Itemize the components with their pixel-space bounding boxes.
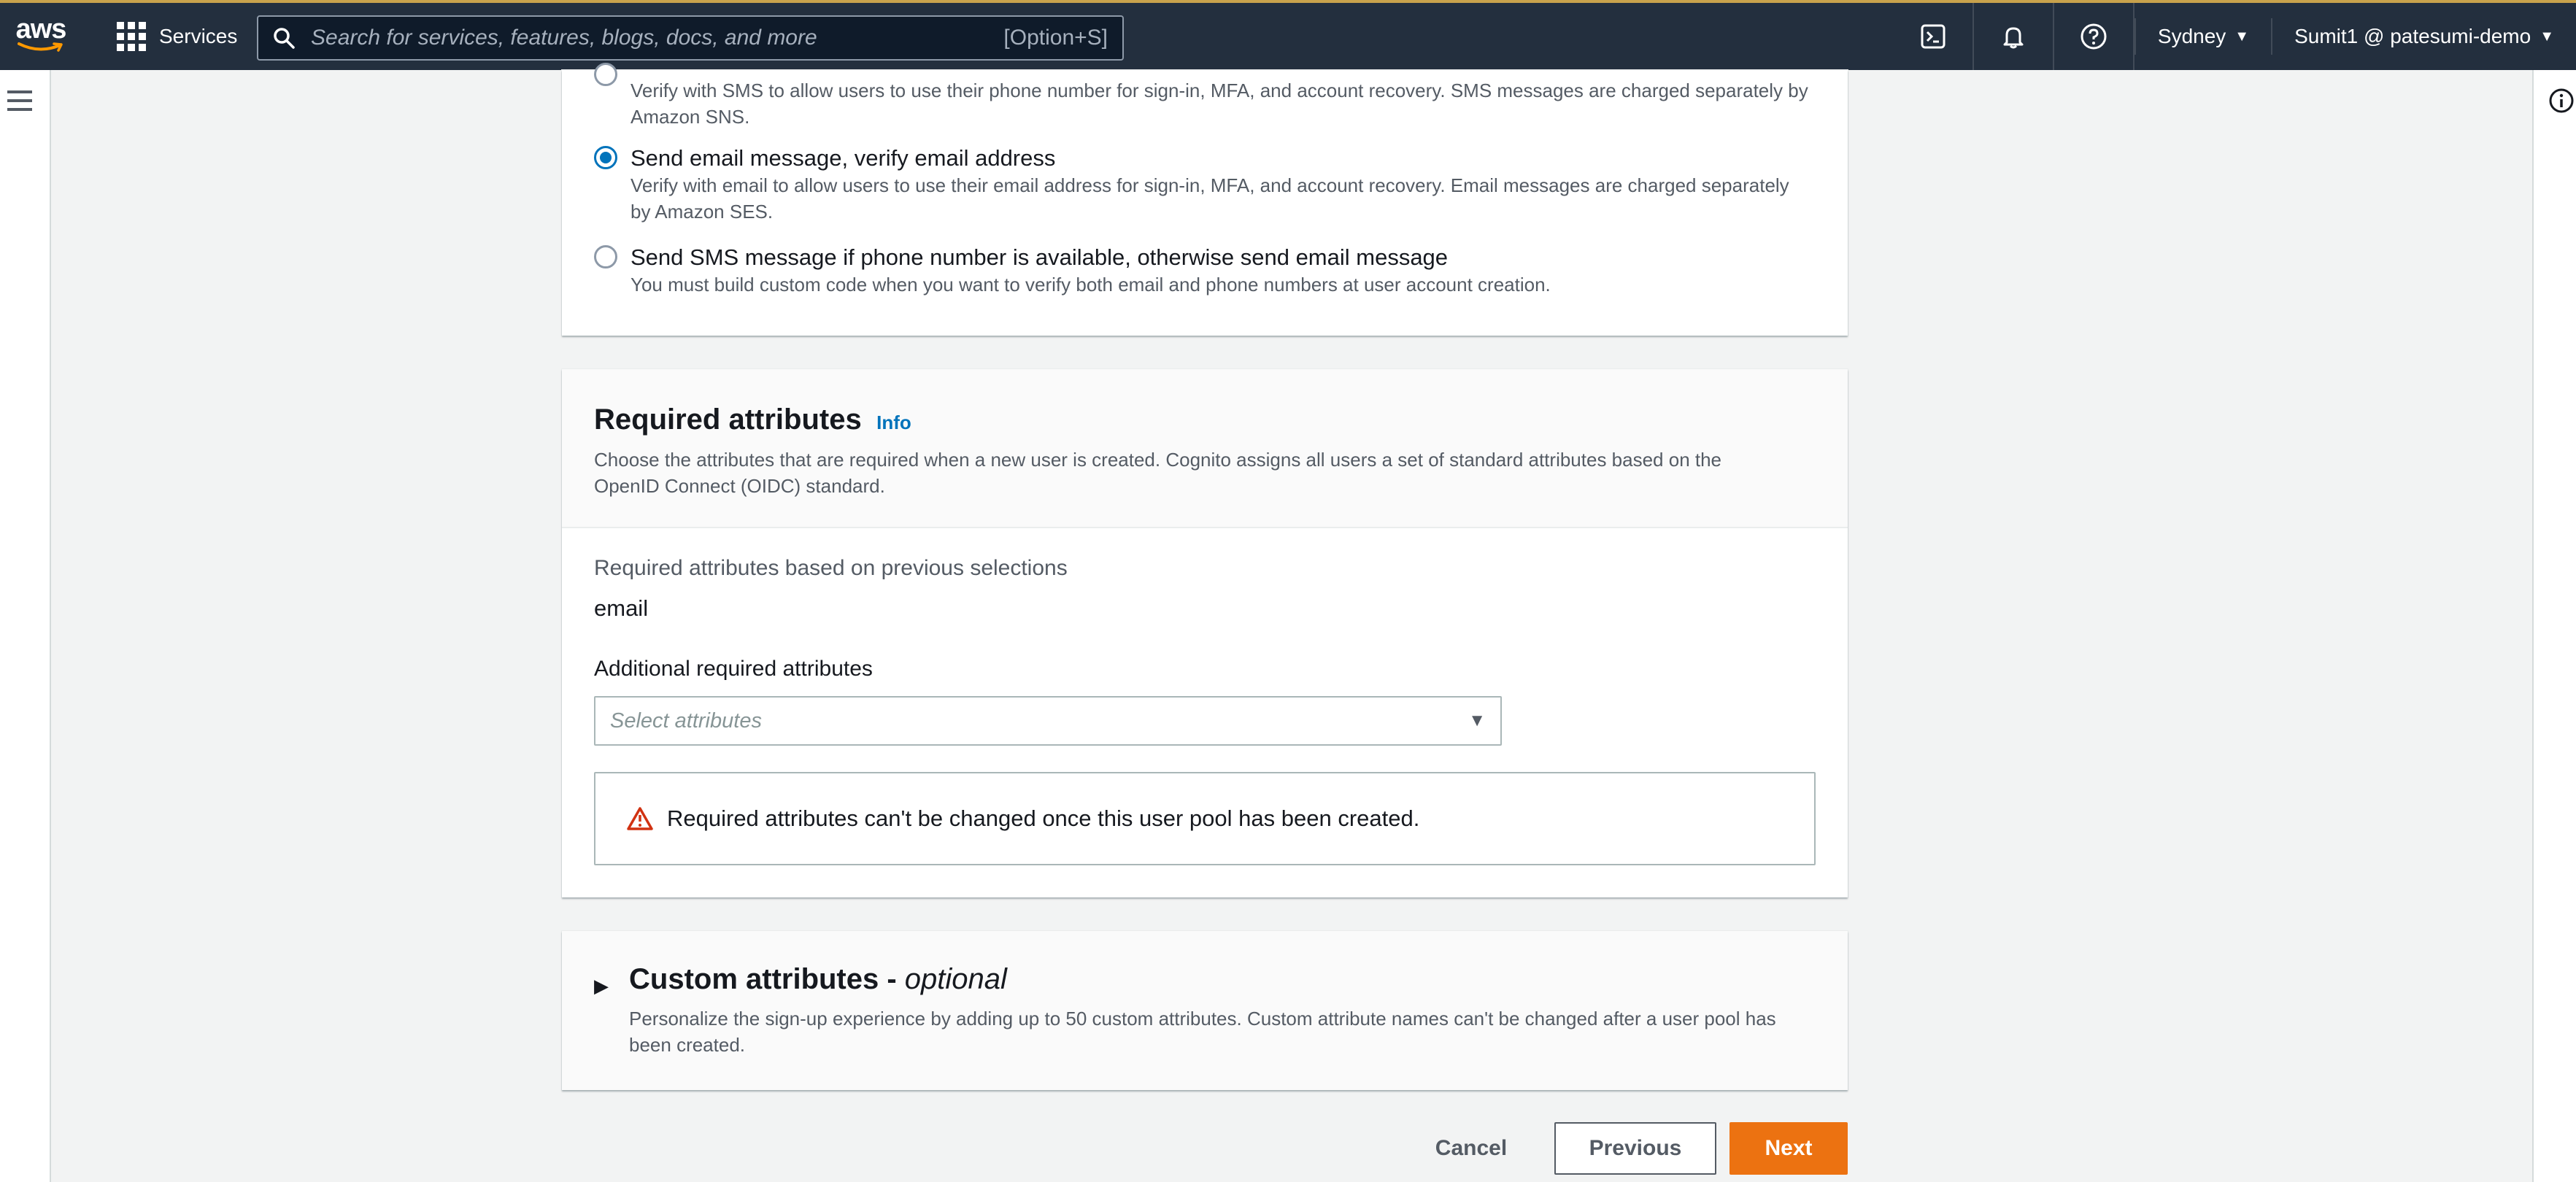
required-attributes-panel: Required attributes Info Choose the attr… — [562, 369, 1848, 897]
panel-description: Choose the attributes that are required … — [594, 449, 1722, 497]
aws-logo[interactable]: aws — [15, 15, 67, 58]
custom-attributes-title-text: Custom attributes - — [629, 963, 905, 995]
search-icon — [274, 28, 295, 49]
radio-option-description: You must build custom code when you want… — [630, 274, 1551, 296]
panel-title: Required attributes — [594, 403, 862, 436]
additional-attributes-select[interactable]: Select attributes ▼ — [594, 696, 1502, 746]
notifications-button[interactable] — [1974, 3, 2054, 70]
services-label: Services — [159, 25, 238, 47]
required-attributes-header: Required attributes Info Choose the attr… — [562, 369, 1848, 528]
caret-down-icon: ▼ — [2234, 28, 2250, 45]
warning-alert: Required attributes can't be changed onc… — [594, 772, 1816, 865]
radio-option-description: Verify with email to allow users to use … — [630, 174, 1789, 223]
help-button[interactable] — [2054, 3, 2135, 70]
radio-option-sms[interactable]: Verify with SMS to allow users to use th… — [594, 63, 1813, 130]
global-search-bar[interactable]: [Option+S] — [257, 15, 1124, 61]
custom-attributes-panel[interactable]: ▶ Custom attributes - optional Personali… — [562, 931, 1848, 1090]
region-selector[interactable]: Sydney ▼ — [2134, 18, 2271, 55]
radio-button-sms-or-email[interactable] — [594, 245, 617, 269]
additional-attributes-label: Additional required attributes — [594, 657, 873, 681]
radio-button-sms[interactable] — [594, 63, 617, 86]
radio-button-email[interactable] — [594, 146, 617, 169]
cloudshell-icon — [1921, 24, 1946, 49]
search-input[interactable] — [311, 26, 1004, 50]
help-icon — [2081, 23, 2107, 50]
info-circle-icon[interactable] — [2548, 88, 2575, 114]
expand-caret-icon[interactable]: ▶ — [594, 975, 609, 997]
required-attributes-based-label: Required attributes based on previous se… — [594, 556, 1068, 580]
required-attributes-based-value: email — [594, 595, 649, 621]
select-placeholder: Select attributes — [610, 708, 762, 733]
right-tools-rail — [2532, 70, 2576, 1182]
custom-attributes-title[interactable]: Custom attributes - optional — [629, 963, 1007, 996]
services-grid-icon — [117, 22, 146, 51]
cloudshell-button[interactable] — [1894, 3, 1974, 70]
next-button[interactable]: Next — [1729, 1122, 1848, 1175]
account-label: Sumit1 @ patesumi-demo — [2294, 25, 2531, 47]
previous-button[interactable]: Previous — [1554, 1122, 1716, 1175]
account-menu[interactable]: Sumit1 @ patesumi-demo ▼ — [2271, 18, 2576, 55]
caret-down-icon: ▼ — [2540, 28, 2554, 45]
info-link[interactable]: Info — [876, 412, 911, 433]
radio-option-email[interactable]: Send email message, verify email address… — [594, 144, 1813, 225]
radio-option-sms-or-email[interactable]: Send SMS message if phone number is avai… — [594, 244, 1813, 298]
warning-icon — [627, 807, 653, 830]
region-label: Sydney — [2157, 25, 2226, 47]
optional-label: optional — [904, 963, 1007, 995]
aws-smile-icon — [18, 42, 63, 52]
dropdown-caret-icon: ▼ — [1468, 711, 1486, 730]
radio-option-description: Verify with SMS to allow users to use th… — [630, 80, 1808, 128]
custom-attributes-description: Personalize the sign-up experience by ad… — [629, 1008, 1776, 1056]
radio-option-label: Send email message, verify email address — [630, 145, 1056, 171]
menu-icon[interactable] — [7, 90, 32, 117]
services-menu-button[interactable]: Services — [117, 3, 237, 70]
aws-logo-text: aws — [15, 14, 67, 45]
nav-right-group: Sydney ▼ Sumit1 @ patesumi-demo ▼ — [1894, 3, 2576, 70]
bell-icon — [2003, 27, 2024, 49]
warning-text: Required attributes can't be changed onc… — [667, 806, 1420, 831]
radio-option-label: Send SMS message if phone number is avai… — [630, 244, 1449, 270]
top-navigation: aws Services [Option+S] — [0, 0, 2576, 70]
search-shortcut-hint: [Option+S] — [1003, 26, 1108, 50]
verification-options-panel: Verify with SMS to allow users to use th… — [562, 63, 1848, 336]
cancel-button[interactable]: Cancel — [1419, 1122, 1524, 1175]
left-navigation-rail — [0, 70, 51, 1182]
